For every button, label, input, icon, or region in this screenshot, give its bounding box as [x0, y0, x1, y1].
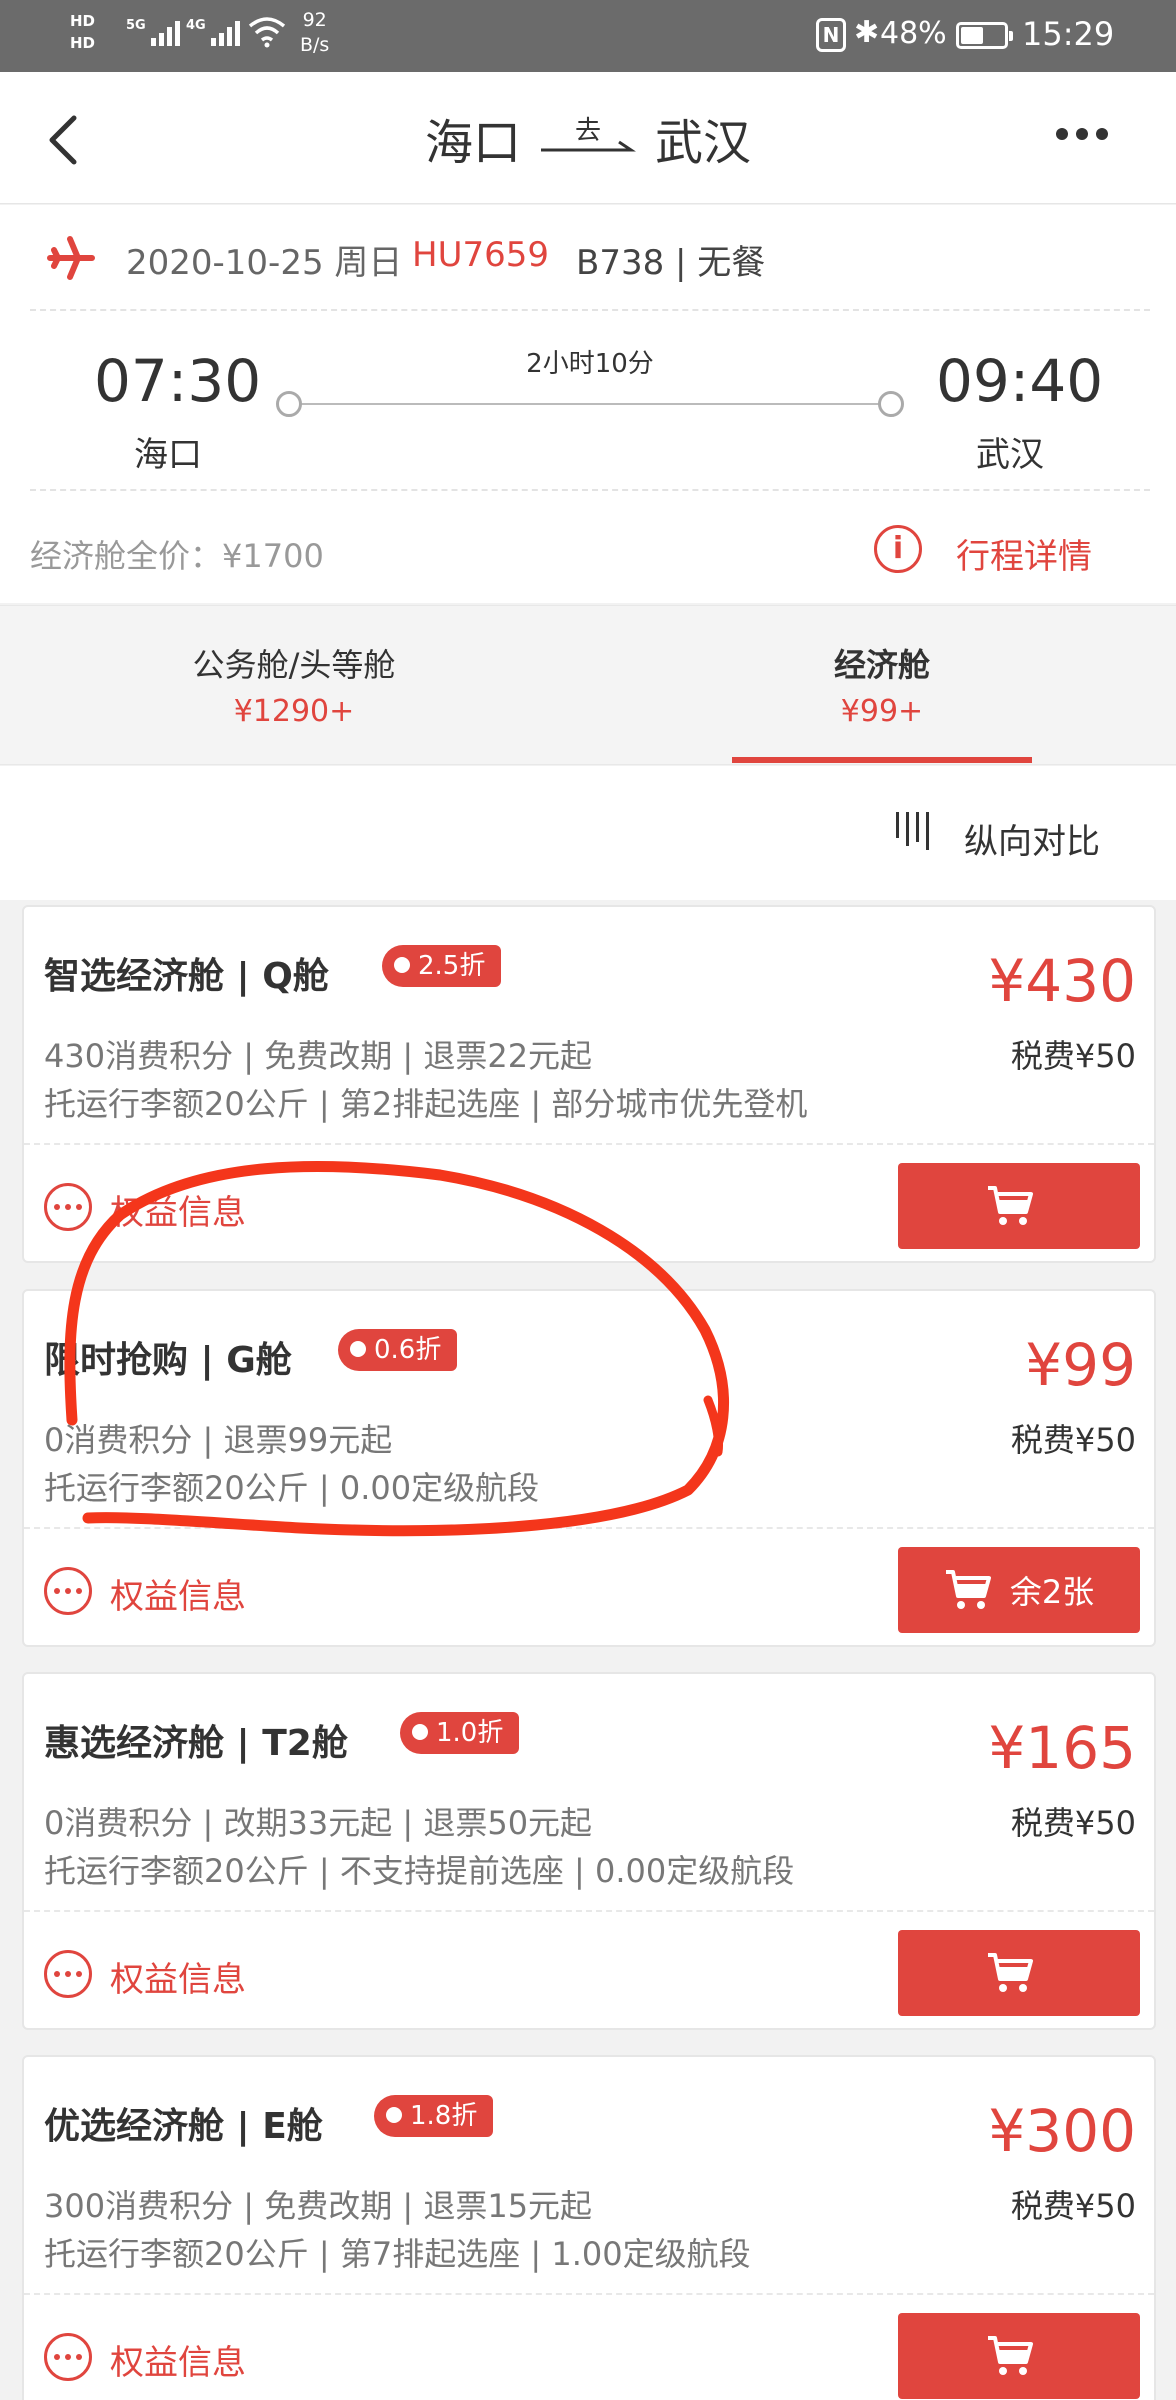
- cart-icon: [988, 1953, 1033, 1992]
- nav-bar: 海口 去 武汉: [0, 72, 1176, 204]
- itinerary-detail-link[interactable]: 行程详情: [956, 529, 1092, 578]
- tab-business-first[interactable]: 公务舱/头等舱 ¥1290+: [94, 606, 494, 766]
- destination-city: 武汉: [655, 115, 752, 171]
- book-button[interactable]: [898, 1163, 1140, 1249]
- signal-4g-icon: 4G: [186, 18, 240, 46]
- hd-icon: HD HD: [70, 12, 96, 52]
- book-button[interactable]: [898, 1930, 1140, 2016]
- seats-left: 余2张: [1009, 1573, 1095, 1611]
- divider: [24, 1143, 1154, 1145]
- fare-tax: 税费¥50: [1010, 1037, 1136, 1075]
- one-way-arrow-icon: 去: [539, 108, 637, 168]
- clock: 15:29: [1022, 15, 1115, 53]
- network-speed: 92 B/s: [300, 9, 330, 56]
- fare-price: ¥430: [988, 947, 1136, 1015]
- status-bar: HD HD 5G 4G 92 B/s N ✱ 48% 15:29: [0, 0, 1176, 72]
- benefit-info-link[interactable]: 权益信息: [110, 2335, 246, 2384]
- fare-terms-line1: 430消费积分 | 免费改期 | 退票22元起: [44, 1037, 593, 1075]
- tab-economy[interactable]: 经济舱 ¥99+: [682, 606, 1082, 766]
- more-dots-icon[interactable]: [44, 1567, 92, 1615]
- fare-card: 限时抢购 | G舱 0.6折 ¥99 税费¥50 0消费积分 | 退票99元起 …: [22, 1289, 1156, 1647]
- economy-full-price: 经济舱全价：¥1700: [30, 537, 324, 575]
- flight-date: 2020-10-25 周日: [126, 243, 403, 283]
- fare-price: ¥300: [988, 2097, 1136, 2165]
- fare-price: ¥99: [1025, 1331, 1136, 1399]
- signal-5g-icon: 5G: [126, 18, 180, 46]
- cabin-tabs: 公务舱/头等舱 ¥1290+ 经济舱 ¥99+: [0, 605, 1176, 765]
- benefit-info-link[interactable]: 权益信息: [110, 1569, 246, 1618]
- info-icon[interactable]: i: [874, 525, 922, 573]
- book-button[interactable]: 余2张: [898, 1547, 1140, 1633]
- fare-terms-line2: 托运行李额20公斤 | 0.00定级航段: [44, 1469, 540, 1507]
- book-button[interactable]: [898, 2313, 1140, 2399]
- discount-tag: 1.0折: [400, 1712, 520, 1754]
- fare-price: ¥165: [988, 1714, 1136, 1782]
- flight-info-panel: 2020-10-25 周日 HU7659 B738 | 无餐 07:30 海口 …: [0, 205, 1176, 603]
- more-dots-icon[interactable]: [44, 1950, 92, 1998]
- arrival-time: 09:40: [936, 347, 1104, 415]
- cart-icon: [988, 1186, 1033, 1225]
- discount-tag: 1.8折: [374, 2095, 494, 2137]
- divider: [24, 2293, 1154, 2295]
- destination-dot: [878, 391, 904, 417]
- origin-dot: [276, 391, 302, 417]
- route-title: 海口 去 武汉: [0, 72, 1176, 204]
- more-dots-icon[interactable]: [44, 2333, 92, 2381]
- departure-city: 海口: [134, 435, 202, 475]
- benefit-info-link[interactable]: 权益信息: [110, 1185, 246, 1234]
- flight-number: HU7659: [412, 235, 549, 275]
- divider: [30, 489, 1150, 491]
- route-line: [278, 403, 898, 405]
- more-menu-icon[interactable]: [1056, 128, 1108, 140]
- fare-terms-line2: 托运行李额20公斤 | 第7排起选座 | 1.00定级航段: [44, 2235, 751, 2273]
- fare-name: 惠选经济舱 | T2舱: [44, 1723, 348, 1764]
- divider: [30, 309, 1150, 311]
- fare-terms-line2: 托运行李额20公斤 | 第2排起选座 | 部分城市优先登机: [44, 1085, 808, 1123]
- discount-tag: 0.6折: [338, 1329, 458, 1371]
- fare-name: 智选经济舱 | Q舱: [44, 956, 329, 997]
- bluetooth-icon: ✱: [854, 15, 880, 50]
- fare-terms-line1: 0消费积分 | 退票99元起: [44, 1421, 393, 1459]
- more-dots-icon[interactable]: [44, 1183, 92, 1231]
- discount-tag: 2.5折: [382, 945, 502, 987]
- battery-percent: 48%: [880, 16, 947, 51]
- aircraft-meal: B738 | 无餐: [576, 243, 766, 283]
- fare-tax: 税费¥50: [1010, 1421, 1136, 1459]
- fare-card: 智选经济舱 | Q舱 2.5折 ¥430 税费¥50 430消费积分 | 免费改…: [22, 905, 1156, 1263]
- battery-icon: [956, 22, 1013, 49]
- divider: [24, 1910, 1154, 1912]
- arrival-city: 武汉: [976, 435, 1044, 475]
- fare-terms-line1: 300消费积分 | 免费改期 | 退票15元起: [44, 2187, 593, 2225]
- fare-terms-line2: 托运行李额20公斤 | 不支持提前选座 | 0.00定级航段: [44, 1852, 795, 1890]
- wifi-icon: [248, 17, 286, 48]
- vertical-compare-icon: [896, 812, 929, 850]
- fare-card: 优选经济舱 | E舱 1.8折 ¥300 税费¥50 300消费积分 | 免费改…: [22, 2055, 1156, 2400]
- origin-city: 海口: [424, 115, 521, 171]
- fare-name: 优选经济舱 | E舱: [44, 2106, 323, 2147]
- divider: [24, 1527, 1154, 1529]
- active-tab-indicator: [732, 757, 1032, 763]
- airplane-icon: [47, 236, 95, 280]
- benefit-info-link[interactable]: 权益信息: [110, 1952, 246, 2001]
- vertical-compare-label: 纵向对比: [964, 822, 1100, 862]
- fare-terms-line1: 0消费积分 | 改期33元起 | 退票50元起: [44, 1804, 593, 1842]
- flight-duration: 2小时10分: [526, 349, 654, 379]
- nfc-icon: N: [816, 18, 846, 52]
- fare-card: 惠选经济舱 | T2舱 1.0折 ¥165 税费¥50 0消费积分 | 改期33…: [22, 1672, 1156, 2030]
- cart-icon: [945, 1570, 991, 1609]
- compare-row[interactable]: 纵向对比: [0, 766, 1176, 900]
- cart-icon: [988, 2336, 1033, 2375]
- fare-tax: 税费¥50: [1010, 2187, 1136, 2225]
- fare-name: 限时抢购 | G舱: [44, 1340, 292, 1381]
- departure-time: 07:30: [94, 347, 262, 415]
- fare-tax: 税费¥50: [1010, 1804, 1136, 1842]
